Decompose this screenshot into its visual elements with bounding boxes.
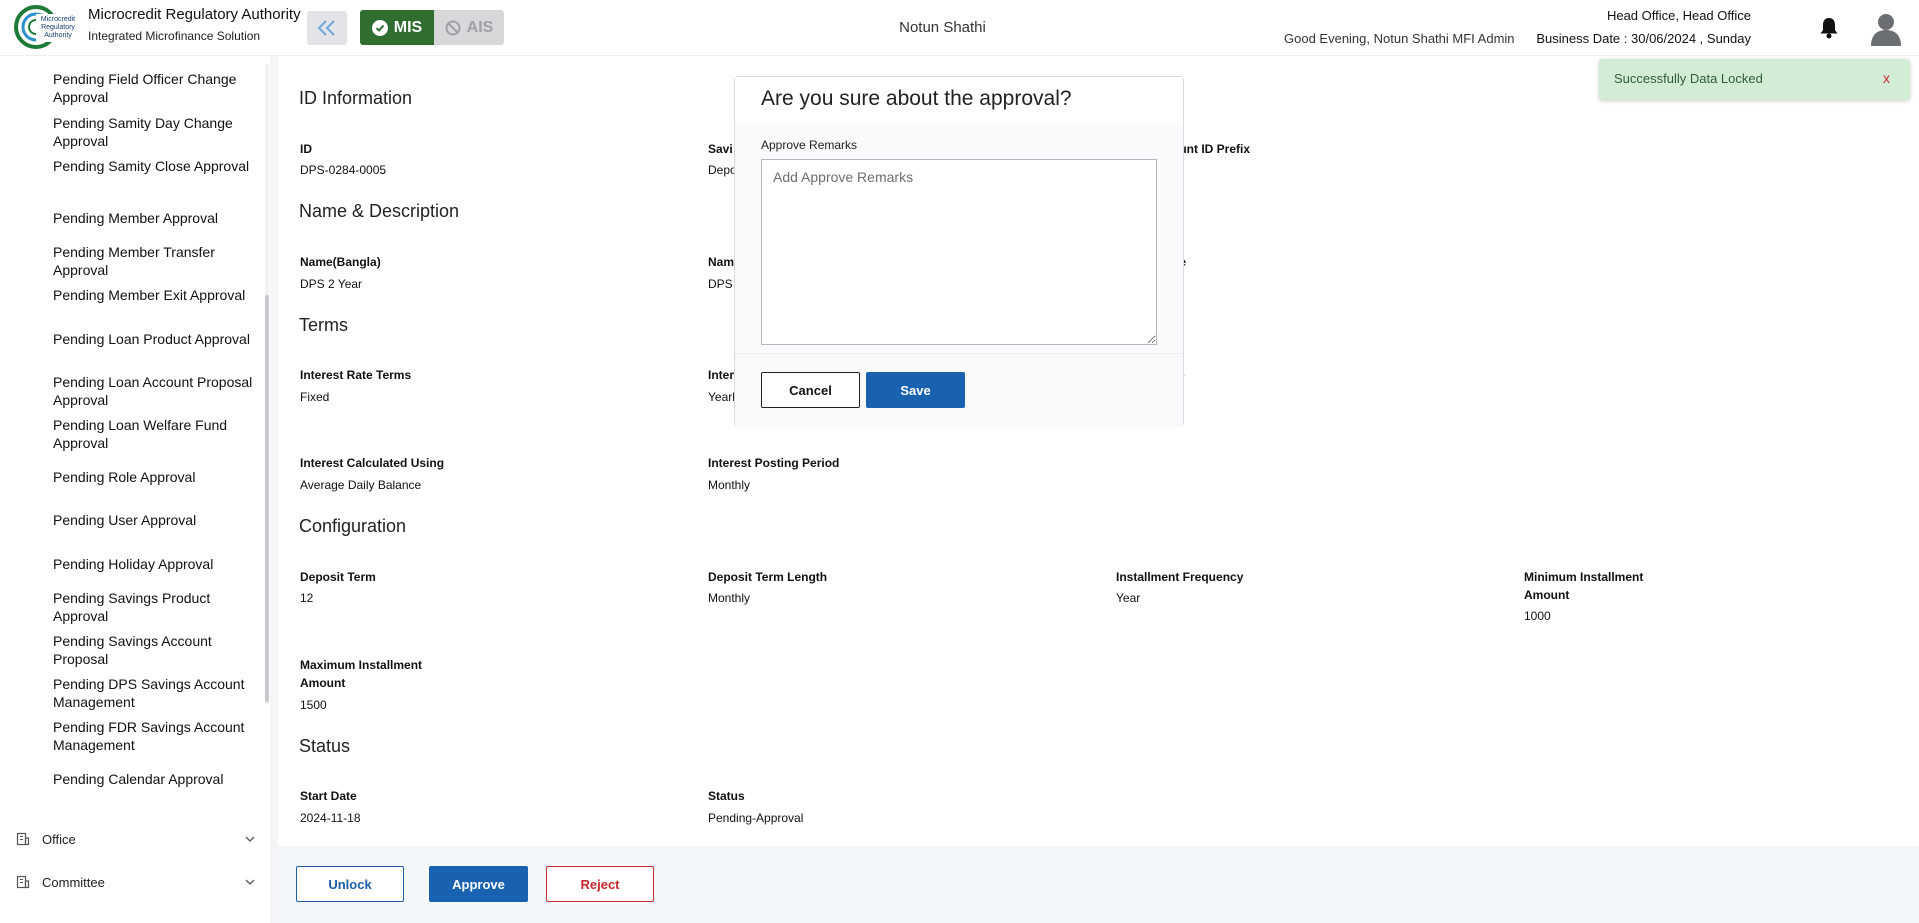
- field-value-interest-rate-terms: Fixed: [300, 390, 330, 404]
- field-value-status: Pending-Approval: [708, 811, 804, 825]
- unlock-button[interactable]: Unlock: [296, 866, 404, 902]
- approve-button[interactable]: Approve: [429, 866, 528, 902]
- field-value-deposit-term: 12: [300, 591, 314, 605]
- building-icon: [16, 832, 30, 846]
- chevron-down-icon: [245, 836, 255, 842]
- sidebar: [0, 56, 270, 923]
- field-value-maximum-installment-amount: 1500: [300, 698, 327, 712]
- user-avatar-icon[interactable]: [1868, 10, 1904, 46]
- building-icon: [16, 875, 30, 889]
- field-label-savings: Savi: [708, 142, 733, 156]
- bell-icon[interactable]: [1818, 16, 1840, 40]
- field-label-id: ID: [300, 142, 312, 156]
- business-date: Business Date : 30/06/2024 , Sunday: [1536, 31, 1751, 46]
- section-title-name: Name & Description: [299, 201, 460, 221]
- field-label-interest-rate-terms: Interest Rate Terms: [300, 368, 412, 382]
- sidebar-item-pending-holiday-approval[interactable]: Pending Holiday Approval: [53, 555, 258, 573]
- modal-title: Are you sure about the approval?: [761, 87, 1072, 110]
- field-value-name-bangla: DPS 2 Year: [300, 277, 363, 291]
- field-value-id: DPS-0284-0005: [300, 163, 387, 177]
- field-label-maximum-installment-amount: Maximum Installment Amount: [300, 658, 423, 690]
- sidebar-item-pending-field-officer-change-approval[interactable]: Pending Field Officer Change Approval: [53, 70, 258, 106]
- sidebar-item-pending-samity-close-approval[interactable]: Pending Samity Close Approval: [53, 157, 258, 175]
- section-title-id: ID Information: [299, 88, 413, 108]
- field-label-interest-posting-period: Interest Posting Period: [708, 456, 840, 470]
- app-header: Microcredit Regulatory Authority Microcr…: [0, 0, 1919, 56]
- field-label-start-date: Start Date: [300, 789, 357, 803]
- sidebar-section-office[interactable]: Office: [16, 829, 256, 849]
- section-title-status: Status: [299, 736, 351, 756]
- field-value-deposit-term-length: Monthly: [708, 591, 751, 605]
- field-value-start-date: 2024-11-18: [300, 811, 361, 825]
- sidebar-item-pending-member-transfer-approval[interactable]: Pending Member Transfer Approval: [53, 243, 258, 279]
- toast-close-button[interactable]: x: [1883, 70, 1890, 86]
- sidebar-item-pending-savings-product-approval[interactable]: Pending Savings Product Approval: [53, 589, 258, 625]
- sidebar-item-pending-user-approval[interactable]: Pending User Approval: [53, 511, 258, 529]
- sidebar-section-label: Office: [42, 831, 76, 847]
- office-name: Head Office, Head Office: [1606, 8, 1751, 23]
- field-label-name-bangla: Name(Bangla): [300, 255, 381, 269]
- field-label-minimum-installment-amount: Minimum Installment Amount: [1524, 570, 1644, 602]
- field-value-interest-posting-period: Monthly: [708, 478, 751, 492]
- field-value-installment-frequency: Year: [1116, 591, 1141, 605]
- sidebar-item-pending-fdr-savings-account-management[interactable]: Pending FDR Savings Account Management: [53, 718, 258, 754]
- sidebar-item-pending-loan-product-approval[interactable]: Pending Loan Product Approval: [53, 330, 258, 348]
- success-toast: Successfully Data Locked x: [1599, 59, 1910, 100]
- section-title-terms: Terms: [299, 315, 348, 335]
- approve-remarks-input[interactable]: [761, 159, 1157, 345]
- sidebar-item-pending-calendar-approval[interactable]: Pending Calendar Approval: [53, 770, 258, 788]
- sidebar-item-pending-member-exit-approval[interactable]: Pending Member Exit Approval: [53, 286, 258, 304]
- sidebar-section-label: Committee: [42, 874, 105, 890]
- save-button[interactable]: Save: [866, 372, 965, 408]
- field-value-name: DPS: [708, 277, 733, 291]
- field-label-installment-frequency: Installment Frequency: [1116, 570, 1244, 584]
- sidebar-scrollbar-thumb[interactable]: [265, 295, 269, 702]
- approve-remarks-label: Approve Remarks: [761, 138, 858, 152]
- field-label-interest-calculated-using: Interest Calculated Using: [300, 456, 445, 470]
- sidebar-item-pending-dps-savings-account-management[interactable]: Pending DPS Savings Account Management: [53, 675, 258, 711]
- field-value-interest: Yearl: [708, 390, 735, 404]
- sidebar-item-pending-member-approval[interactable]: Pending Member Approval: [53, 209, 258, 227]
- sidebar-section-committee[interactable]: Committee: [16, 872, 256, 892]
- section-title-configuration: Configuration: [299, 516, 407, 536]
- field-value-minimum-installment-amount: 1000: [1524, 609, 1551, 623]
- field-value-interest-calculated-using: Average Daily Balance: [300, 478, 422, 492]
- field-value-savings: Depo: [708, 163, 737, 177]
- field-label-status: Status: [708, 789, 745, 803]
- approval-modal: Are you sure about the approval? Approve…: [734, 76, 1184, 427]
- sidebar-item-pending-savings-account-proposal[interactable]: Pending Savings Account Proposal: [53, 632, 258, 668]
- reject-button[interactable]: Reject: [546, 866, 654, 902]
- sidebar-item-pending-loan-welfare-fund-approval[interactable]: Pending Loan Welfare Fund Approval: [53, 416, 258, 452]
- sidebar-item-pending-loan-account-proposal-approval[interactable]: Pending Loan Account Proposal Approval: [53, 373, 258, 409]
- field-label-name: Nam: [708, 255, 735, 269]
- cancel-button[interactable]: Cancel: [761, 372, 860, 408]
- chevron-down-icon: [245, 879, 255, 885]
- modal-header: Are you sure about the approval?: [735, 77, 1183, 123]
- field-label-deposit-term-length: Deposit Term Length: [708, 570, 828, 584]
- sidebar-item-pending-role-approval[interactable]: Pending Role Approval: [53, 468, 258, 486]
- toast-message: Successfully Data Locked: [1614, 71, 1763, 86]
- sidebar-item-pending-samity-day-change-approval[interactable]: Pending Samity Day Change Approval: [53, 114, 258, 150]
- field-label-deposit-term: Deposit Term: [300, 570, 376, 584]
- field-label-interest: Inter: [708, 368, 735, 382]
- greeting-text: Good Evening, Notun Shathi MFI Admin: [1284, 31, 1515, 46]
